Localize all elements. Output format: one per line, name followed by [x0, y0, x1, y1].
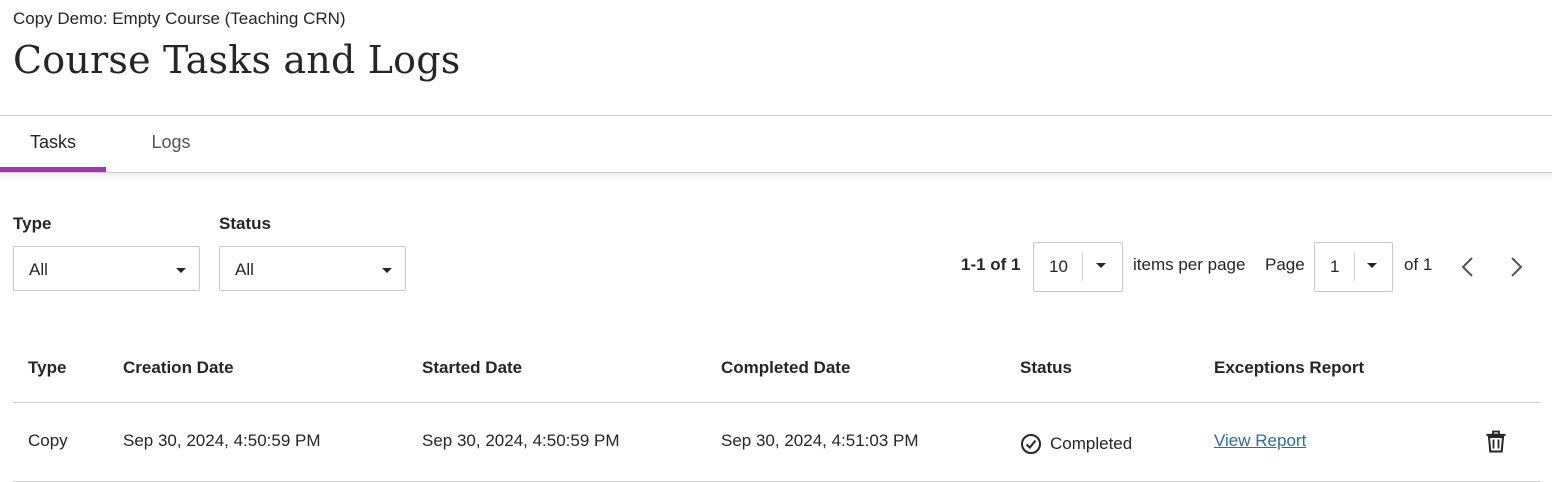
trash-icon — [1486, 430, 1506, 453]
status-filter-label: Status — [219, 214, 271, 233]
column-header-type: Type — [28, 358, 67, 377]
chevron-down-icon — [1096, 263, 1106, 268]
chevron-right-icon — [1511, 257, 1523, 277]
chevron-down-icon — [382, 268, 392, 273]
cell-started-date: Sep 30, 2024, 4:50:59 PM — [422, 431, 620, 450]
items-per-page-label: items per page — [1133, 255, 1246, 274]
type-filter-select[interactable]: All — [13, 246, 200, 291]
column-header-exceptions-report: Exceptions Report — [1214, 358, 1365, 377]
course-name: Copy Demo: Empty Course (Teaching CRN) — [13, 9, 346, 28]
type-filter-label: Type — [13, 214, 52, 233]
page-total: of 1 — [1404, 255, 1433, 274]
page-select[interactable]: 1 — [1314, 242, 1393, 292]
table-header-divider — [13, 402, 1540, 403]
tabs-shadow — [0, 173, 1552, 181]
type-filter-value: All — [29, 260, 48, 279]
page-label: Page — [1265, 255, 1305, 274]
next-page-button[interactable] — [1503, 253, 1529, 281]
select-separator — [1354, 253, 1355, 281]
chevron-down-icon — [176, 268, 186, 273]
column-header-status: Status — [1020, 358, 1072, 377]
cell-type: Copy — [28, 431, 68, 450]
previous-page-button[interactable] — [1455, 253, 1481, 281]
page-value: 1 — [1330, 257, 1340, 276]
tab-logs[interactable]: Logs — [128, 116, 214, 173]
status-filter-select[interactable]: All — [219, 246, 406, 291]
column-header-started-date: Started Date — [422, 358, 523, 377]
status-filter-value: All — [235, 260, 254, 279]
results-count: 1-1 of 1 — [961, 255, 1021, 274]
status-text: Completed — [1050, 434, 1133, 453]
column-header-completed-date: Completed Date — [721, 358, 851, 377]
cell-creation-date: Sep 30, 2024, 4:50:59 PM — [123, 431, 321, 450]
cell-completed-date: Sep 30, 2024, 4:51:03 PM — [721, 431, 919, 450]
page-title: Course Tasks and Logs — [13, 38, 461, 82]
tab-bar: Tasks Logs — [0, 116, 1552, 173]
column-header-creation-date: Creation Date — [123, 358, 234, 377]
items-per-page-select[interactable]: 10 — [1033, 242, 1123, 292]
items-per-page-value: 10 — [1049, 257, 1068, 276]
tab-tasks[interactable]: Tasks — [0, 116, 106, 173]
chevron-left-icon — [1461, 257, 1473, 277]
select-separator — [1082, 253, 1083, 281]
check-circle-icon — [1021, 434, 1041, 454]
delete-task-button[interactable] — [1484, 430, 1508, 454]
chevron-down-icon — [1367, 263, 1377, 268]
view-report-link[interactable]: View Report — [1214, 431, 1306, 451]
